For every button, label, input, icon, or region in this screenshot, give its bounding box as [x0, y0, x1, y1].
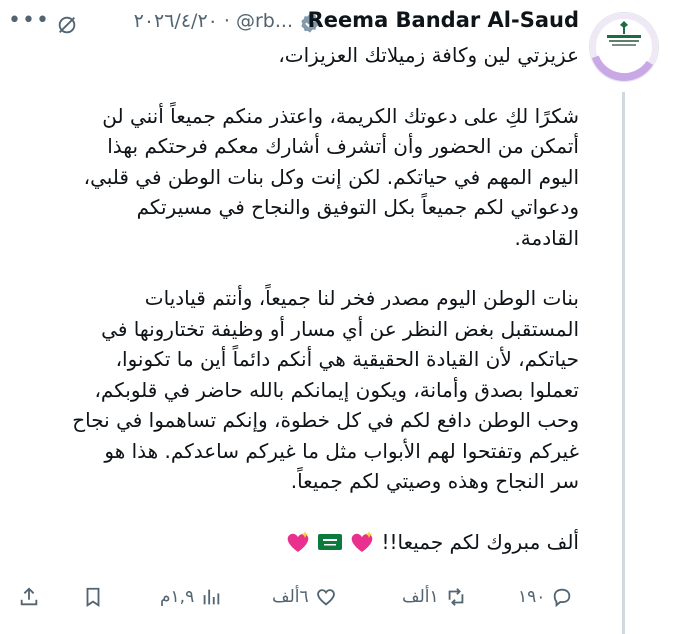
likes-count: ٦ألف — [272, 587, 309, 607]
paragraph-line: أتمكن من الحضور وأن أتشرف أشارك معكم فرح… — [107, 134, 579, 158]
action-bar: ١,٩م ٦ألف ١ألف ١٩٠ — [10, 586, 579, 618]
paragraph-line: ودعواتي لكم جميعاً بكل التوفيق والنجاح ف… — [136, 195, 579, 219]
reply-button[interactable]: ١٩٠ — [518, 586, 573, 608]
author-name[interactable]: Reema Bandar Al-Saud — [308, 8, 579, 32]
repost-icon — [448, 588, 463, 606]
bookmark-button[interactable] — [82, 586, 104, 608]
paragraph-line: غيركم وتفتحوا لهم الأبواب مثل ما غيركم س… — [104, 438, 579, 463]
bookmark-icon — [86, 587, 100, 607]
reply-icon — [554, 588, 571, 608]
paragraph-line: بنات الوطن اليوم مصدر فخر لنا جميعاً، وأ… — [144, 286, 579, 310]
paragraph-line: اليوم المهم في حياتكم. لكن إنت وكل بنات … — [83, 164, 579, 189]
views-count: ١,٩م — [160, 587, 195, 607]
replies-count: ١٩٠ — [518, 587, 546, 607]
closing-text: ألف مبروك لكم جميعا!! — [381, 529, 579, 554]
sparkling-heart-icon — [352, 530, 373, 552]
sparkling-heart-icon — [288, 530, 309, 552]
reposts-count: ١ألف — [402, 587, 439, 607]
paragraph-line: شكرًا لكِ على دعوتك الكريمة، واعتذر منكم… — [102, 103, 579, 128]
separator: · — [223, 10, 230, 32]
closing-line: ألف مبروك لكم جميعا!! — [19, 527, 579, 558]
paragraph-line: حياتكم، لأن القيادة الحقيقية هي أنكم دائ… — [115, 347, 579, 371]
thread-line — [622, 92, 625, 634]
views-button[interactable]: ١,٩م — [160, 586, 222, 608]
paragraph-line: سر النجاح وهذه وصيتي لكم جميعاً. — [290, 469, 579, 493]
greeting-text: عزيزتي لين وكافة زميلاتك العزيزات، — [278, 43, 579, 67]
tweet-date[interactable]: ٢٠٢٦/٤/٢٠ — [134, 10, 218, 32]
tweet-header: ••• ٢٠٢٦/٤/٢٠ · @rb... Reema Bandar Al-S… — [0, 6, 579, 38]
grok-icon[interactable] — [56, 14, 78, 36]
repost-button[interactable]: ١ألف — [402, 586, 467, 608]
paragraph-line: القادمة. — [514, 225, 579, 250]
share-icon — [20, 587, 38, 606]
tweet-body: عزيزتي لين وكافة زميلاتك العزيزات، شكرًا… — [19, 40, 579, 557]
heart-icon — [316, 589, 335, 606]
views-chart-icon — [203, 589, 220, 605]
paragraph-line: تعملوا بصدق وأمانة، ويكون إيمانكم بالله … — [94, 377, 579, 402]
share-button[interactable] — [18, 586, 40, 608]
handle-and-date[interactable]: ٢٠٢٦/٤/٢٠ · @rb... — [134, 10, 293, 32]
user-handle[interactable]: @rb... — [236, 10, 293, 32]
avatar-logo — [590, 13, 658, 81]
more-options-icon[interactable]: ••• — [8, 8, 50, 33]
avatar[interactable] — [589, 12, 659, 82]
paragraph-line: المستقبل بغض النظر عن أي مسار أو وظيفة ت… — [101, 316, 579, 341]
saudi-flag-icon — [318, 533, 343, 550]
like-button[interactable]: ٦ألف — [272, 586, 337, 608]
paragraph-line: وحب الوطن دافع لكم في كل خطوة، وإنكم تسا… — [72, 408, 579, 432]
